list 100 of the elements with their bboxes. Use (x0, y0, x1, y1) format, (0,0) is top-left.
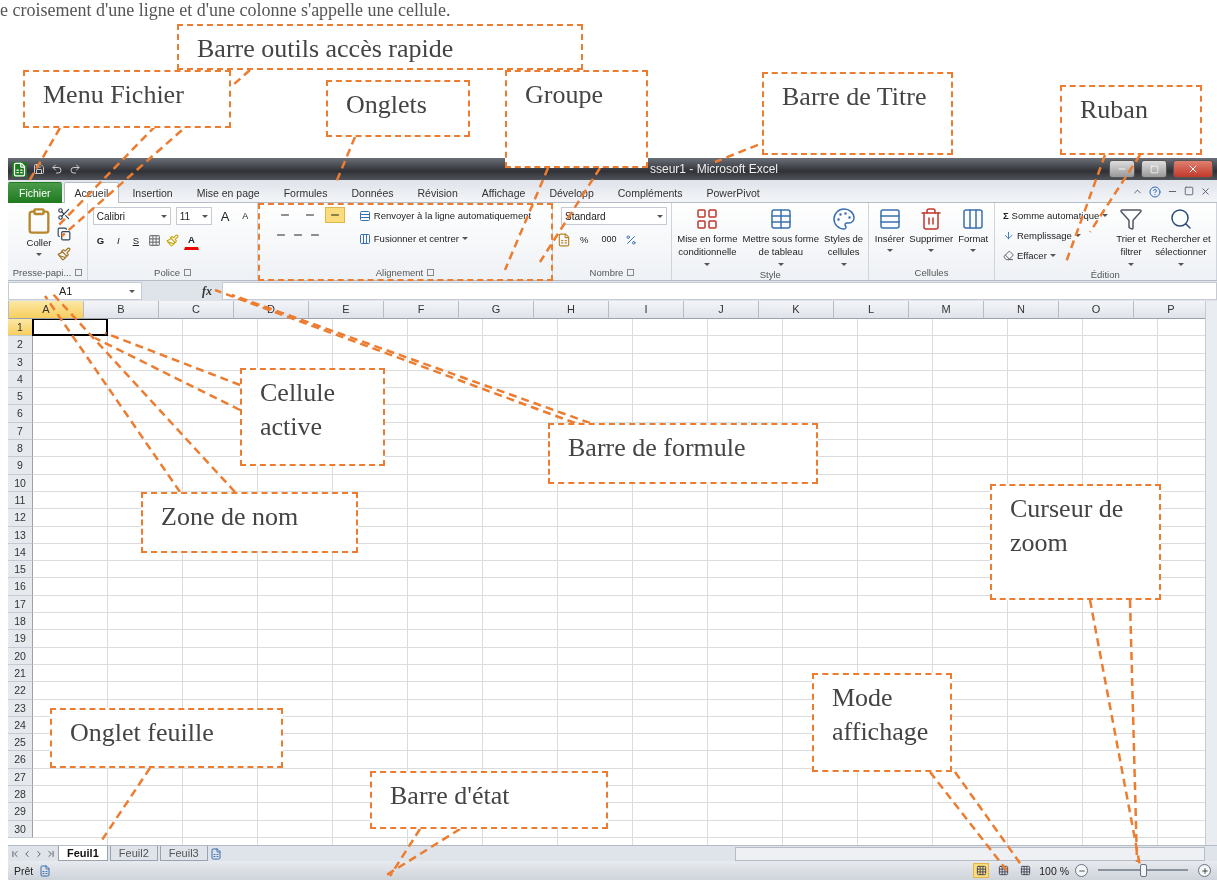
row-header[interactable]: 19 (8, 630, 33, 648)
underline-button[interactable]: S (128, 232, 144, 249)
wrap-text-button[interactable]: Renvoyer à la ligne automatiquement (354, 207, 536, 224)
row-header[interactable]: 5 (8, 388, 33, 406)
grow-font-button[interactable]: A (216, 207, 234, 225)
file-menu-tab[interactable]: Fichier (8, 182, 62, 203)
ribbon-tab[interactable]: Insertion (121, 182, 184, 203)
formula-field[interactable] (222, 282, 1217, 300)
maximize-button[interactable] (1141, 160, 1167, 178)
ribbon-button[interactable]: Mise en forme conditionnelle (676, 207, 739, 269)
function-icon[interactable]: fx (196, 283, 218, 299)
launcher-icon[interactable] (75, 269, 83, 276)
trash-icon (919, 207, 944, 231)
row-header[interactable]: 22 (8, 682, 33, 700)
search-icon (1168, 207, 1193, 231)
column-header[interactable]: H (534, 301, 609, 319)
launcher-icon[interactable] (183, 269, 191, 276)
column-header[interactable]: E (309, 301, 384, 319)
row-header[interactable]: 12 (8, 509, 33, 527)
shrink-font-button[interactable]: A (238, 207, 253, 225)
launcher-icon[interactable] (427, 269, 435, 276)
copy-icon (57, 227, 71, 241)
ribbon-button[interactable]: Mettre sous forme de tableau (741, 207, 821, 269)
sheet-tab[interactable]: Feuil3 (159, 846, 208, 861)
editing-button[interactable]: Effacer (998, 247, 1113, 264)
percent-button[interactable]: % (576, 231, 593, 248)
editing-button[interactable]: Remplissage (998, 227, 1113, 244)
zoom-in-button[interactable] (1198, 864, 1211, 877)
column-header[interactable]: P (1134, 301, 1205, 319)
column-header[interactable]: B (84, 301, 159, 319)
minimize-button[interactable] (1109, 160, 1135, 178)
column-header[interactable]: A (9, 301, 84, 319)
ribbon-button[interactable]: Insérer (873, 207, 906, 265)
column-header[interactable]: L (834, 301, 909, 319)
ribbon-button[interactable]: Rechercher et sélectionner (1150, 207, 1212, 269)
callout-label: Onglets (326, 80, 470, 137)
zoom-thumb[interactable] (1140, 864, 1147, 877)
row-header[interactable]: 28 (8, 786, 33, 804)
column-header[interactable]: C (159, 301, 234, 319)
size-field[interactable]: 11 (175, 207, 212, 225)
restore-icon (1184, 186, 1194, 196)
ribbon-tab[interactable]: Mise en page (185, 182, 271, 203)
sheet-tab[interactable]: Feuil2 (109, 846, 158, 861)
ribbon-button[interactable]: Supprimer (908, 207, 955, 265)
callout-label: Onglet feuille (50, 708, 283, 768)
ribbon-tab[interactable]: Compléments (606, 182, 694, 203)
font-color-button[interactable]: A (184, 231, 199, 250)
view-mode-button[interactable] (973, 863, 990, 878)
borders-icon (148, 234, 162, 247)
font-field[interactable]: Calibri (92, 207, 171, 225)
row-header[interactable]: 15 (8, 561, 33, 579)
status-text: Prêt (14, 864, 34, 877)
align-button[interactable] (324, 207, 345, 223)
plus-icon (1200, 866, 1209, 875)
row-header[interactable]: 6 (8, 405, 33, 423)
column-header[interactable]: M (909, 301, 984, 319)
ribbon-button[interactable]: Format (957, 207, 990, 265)
paste-button[interactable]: Coller (24, 207, 54, 265)
bold-button[interactable]: G (92, 232, 109, 249)
horizontal-scrollbar[interactable] (735, 846, 1205, 861)
active-cell[interactable] (32, 319, 108, 337)
row-header[interactable]: 18 (8, 613, 33, 631)
row-header[interactable]: 26 (8, 751, 33, 769)
thousands-button[interactable]: 000 (597, 231, 621, 248)
row-header[interactable]: 9 (8, 457, 33, 475)
vertical-scrollbar[interactable] (1205, 301, 1217, 845)
column-header[interactable]: J (684, 301, 759, 319)
ribbon-button[interactable]: Trier et filtrer (1115, 207, 1147, 269)
row-header[interactable]: 29 (8, 803, 33, 821)
group-label: Édition (1090, 268, 1120, 280)
zoom-out-button[interactable] (1075, 864, 1088, 877)
ribbon-tab[interactable]: Affichage (470, 182, 537, 203)
column-header[interactable]: N (984, 301, 1059, 319)
previous-sheet-icon (22, 848, 32, 859)
merge-button[interactable]: Fusionner et centrer (354, 230, 536, 247)
ribbon-tab[interactable]: Révision (406, 182, 469, 203)
italic-button[interactable]: I (113, 232, 124, 249)
row-header[interactable]: 2 (8, 336, 33, 354)
row-header[interactable]: 25 (8, 734, 33, 752)
column-header[interactable]: O (1059, 301, 1134, 319)
ribbon-tab[interactable]: Formules (272, 182, 339, 203)
row-header[interactable]: 16 (8, 578, 33, 596)
editing-button[interactable]: Σ Somme automatique (998, 207, 1113, 224)
ribbon-tab[interactable]: PowerPivot (695, 182, 771, 203)
row-header[interactable]: 8 (8, 440, 33, 458)
help-icon (1149, 186, 1161, 198)
close-button[interactable] (1173, 160, 1213, 178)
callout-label: Barre d'état (370, 771, 608, 829)
sheet-tab[interactable]: Feuil1 (58, 846, 108, 861)
name-box[interactable]: A1 (8, 282, 142, 300)
ribbon-button[interactable]: Styles de cellules (823, 207, 865, 269)
column-header[interactable]: F (384, 301, 459, 319)
ribbon-tab[interactable]: Données (340, 182, 405, 203)
launcher-icon[interactable] (627, 269, 635, 276)
callout-label: Mode affichage (812, 673, 952, 772)
ribbon-tab[interactable]: Accueil (63, 182, 120, 203)
row-header[interactable]: 1 (8, 319, 33, 337)
column-header[interactable]: K (759, 301, 834, 319)
column-header[interactable]: I (609, 301, 684, 319)
column-header[interactable]: G (459, 301, 534, 319)
